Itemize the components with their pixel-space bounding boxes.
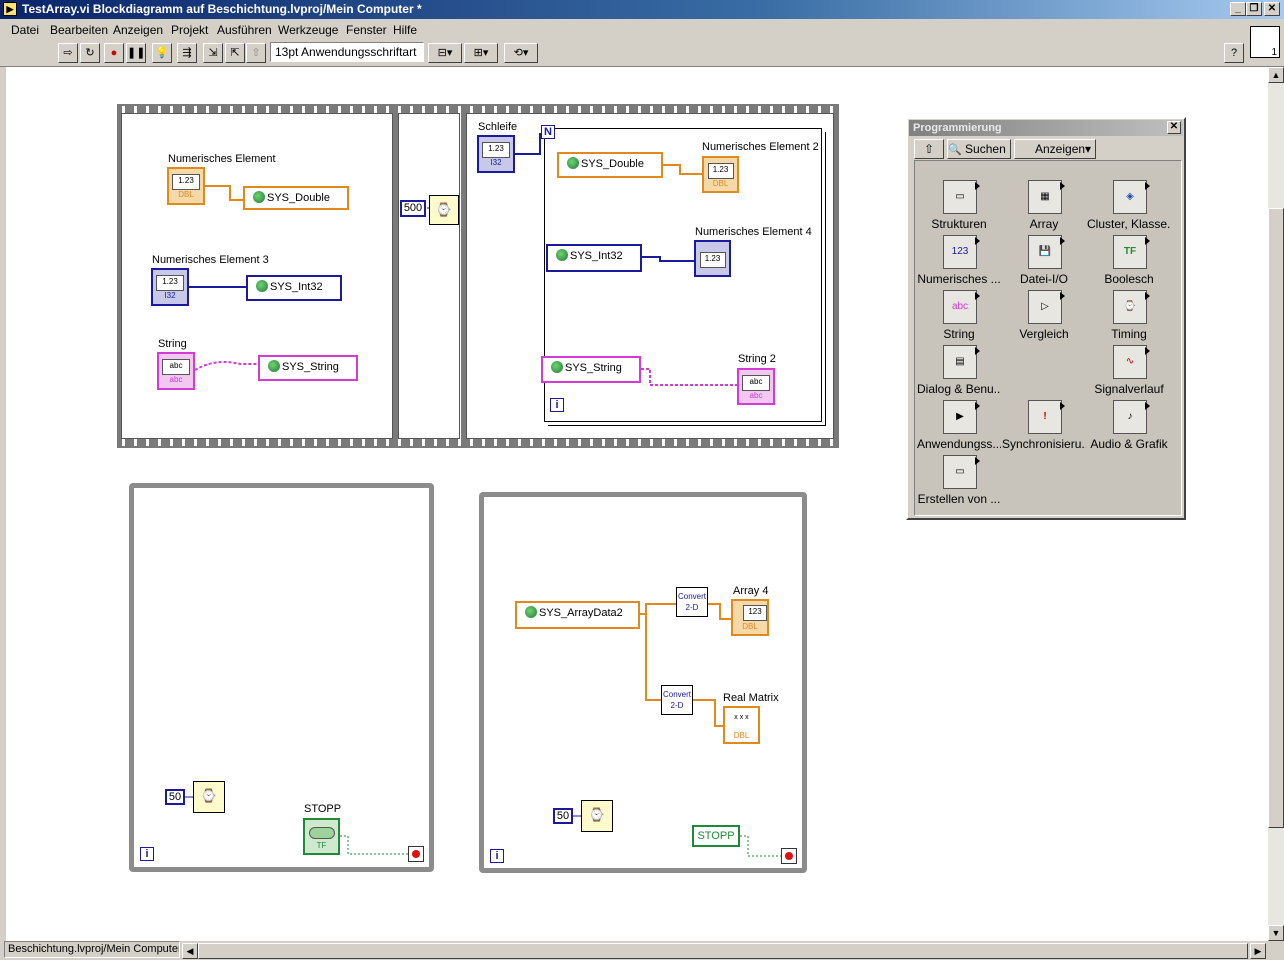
palette-item-label[interactable]: String	[917, 327, 1001, 341]
wire-matrix-a	[645, 614, 661, 701]
wire-array-a	[640, 603, 676, 615]
palette-title[interactable]: Programmierung	[909, 120, 1183, 136]
waveform-palette-icon[interactable]: ∿	[1113, 345, 1150, 379]
wire-array-b	[708, 603, 731, 620]
timing-palette-icon[interactable]: ⌚	[1113, 290, 1150, 324]
palette-item-label[interactable]: Synchronisieru...	[1002, 437, 1086, 451]
dialog-palette-icon[interactable]: ▤	[943, 345, 980, 379]
file-io-palette-icon[interactable]: 💾	[1028, 235, 1065, 269]
wire-count	[515, 133, 541, 155]
palette-item-label[interactable]: Array	[1002, 217, 1086, 231]
palette-item-label[interactable]: Boolesch	[1087, 272, 1171, 286]
wire-matrix-b	[693, 699, 723, 727]
numeric-palette-icon[interactable]: 123	[943, 235, 980, 269]
palette-close-icon[interactable]: ✕	[1167, 121, 1181, 134]
palette-item-label[interactable]: Datei-I/O	[1002, 272, 1086, 286]
palette-item-label[interactable]: Vergleich	[1002, 327, 1086, 341]
palette-item-label[interactable]: Erstellen von ...	[917, 492, 1001, 506]
array-palette-icon[interactable]: ▦	[1028, 180, 1065, 214]
report-generation-palette-icon[interactable]: ▭	[943, 455, 980, 489]
horizontal-scroll-thumb[interactable]	[198, 943, 1248, 959]
scroll-down-icon[interactable]: ▼	[1268, 925, 1284, 941]
wire-stop-1	[340, 835, 408, 855]
wire-stop-2	[740, 835, 781, 857]
cluster-palette-icon[interactable]: ◈	[1113, 180, 1150, 214]
palette-search-label: Suchen	[965, 142, 1006, 156]
palette-search-button[interactable]: 🔍 Suchen	[947, 139, 1011, 159]
palette-item-label[interactable]: Anwendungss...	[917, 437, 1001, 451]
comparison-palette-icon[interactable]: ▷	[1028, 290, 1065, 324]
boolean-palette-icon[interactable]: TF	[1113, 235, 1150, 269]
palette-view-button[interactable]: Anzeigen▾	[1014, 139, 1096, 159]
palette-item-label[interactable]: Strukturen	[917, 217, 1001, 231]
palette-up-icon[interactable]: ⇧	[914, 139, 944, 159]
project-context: Beschichtung.lvproj/Mein Computer	[4, 941, 180, 958]
search-icon: 🔍	[948, 144, 962, 156]
wire-double-2	[663, 164, 702, 175]
palette-item-label[interactable]: Timing	[1087, 327, 1171, 341]
scroll-right-icon[interactable]: ▶	[1250, 943, 1266, 959]
structures-palette-icon[interactable]: ▭	[943, 180, 980, 214]
audio-graphics-palette-icon[interactable]: ♪	[1113, 400, 1150, 434]
palette-view-label: Anzeigen	[1035, 142, 1086, 156]
application-control-palette-icon[interactable]: ▶	[943, 400, 980, 434]
palette-item-label[interactable]: Cluster, Klasse...	[1087, 217, 1171, 231]
palette-item-label[interactable]: Signalverlauf	[1087, 382, 1171, 396]
palette-item-label[interactable]: Dialog & Benu...	[917, 382, 1001, 396]
wire-int32-2	[642, 256, 694, 262]
string-palette-icon[interactable]: abc	[943, 290, 980, 324]
palette-item-label[interactable]: Numerisches ...	[917, 272, 1001, 286]
vertical-scroll-thumb[interactable]	[1268, 208, 1284, 828]
palette-item-label[interactable]: Audio & Grafik	[1087, 437, 1171, 451]
synchronization-palette-icon[interactable]: !	[1028, 400, 1065, 434]
wire-double	[205, 185, 243, 201]
chevron-down-icon: ▾	[1085, 142, 1092, 156]
scroll-left-icon[interactable]: ◀	[182, 943, 198, 959]
scroll-up-icon[interactable]: ▲	[1268, 67, 1284, 83]
wire-string-2	[641, 368, 737, 386]
wire-string	[194, 361, 258, 371]
